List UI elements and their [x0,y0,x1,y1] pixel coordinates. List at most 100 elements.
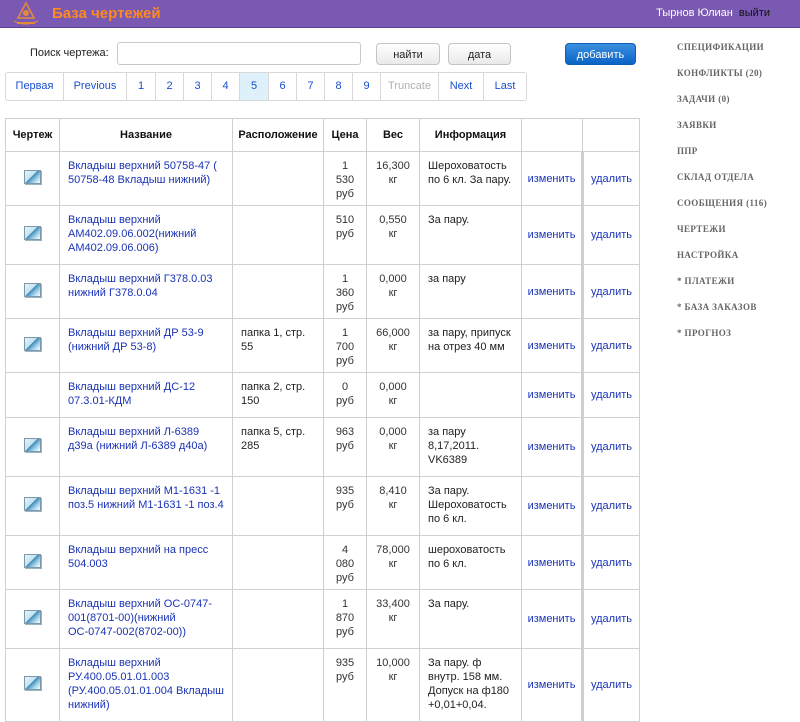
info-cell: шероховатость по 6 кл. [419,535,522,590]
drawing-name-link[interactable]: Вкладыш верхний ОС-0747-001(8701-00)(ниж… [68,598,212,638]
price-cell: 1 700 руб [323,318,367,373]
pagination-page-7[interactable]: 7 [297,73,325,100]
pagination-page-6[interactable]: 6 [269,73,297,100]
delete-link[interactable]: удалить [591,557,632,569]
nav-item-department-warehouse[interactable]: СКЛАД ОТДЕЛА [677,170,767,196]
nav-item-drawings[interactable]: ЧЕРТЕЖИ [677,222,767,248]
name-cell: Вкладыш верхний АМ402.09.06.002(нижний А… [59,205,233,265]
nav-item-forecast[interactable]: * ПРОГНОЗ [677,326,767,352]
edit-link[interactable]: изменить [528,340,576,352]
drawing-thumbnail-icon[interactable] [24,169,41,184]
table-row: Вкладыш верхний РУ.400.05.01.01.003 (РУ.… [5,648,640,722]
app-title: База чертежей [52,5,161,22]
pagination-previous[interactable]: Previous [64,73,127,100]
nav-item-payments[interactable]: * ПЛАТЕЖИ [677,274,767,300]
edit-link[interactable]: изменить [528,500,576,512]
drawing-name-link[interactable]: Вкладыш верхний РУ.400.05.01.01.003 (РУ.… [68,657,224,711]
price-cell: 963 руб [323,417,367,477]
location-cell [232,476,324,536]
nav-item-tasks[interactable]: ЗАДАЧИ (0) [677,92,767,118]
drawing-name-link[interactable]: Вкладыш верхний АМ402.09.06.002(нижний А… [68,214,196,254]
drawing-name-link[interactable]: Вкладыш верхний 50758-47 ( 50758-48 Вкла… [68,160,217,186]
edit-link[interactable]: изменить [528,441,576,453]
delete-link[interactable]: удалить [591,229,632,241]
delete-link[interactable]: удалить [591,500,632,512]
company-logo-icon[interactable] [8,1,44,27]
nav-item-specifications[interactable]: СПЕЦИФИКАЦИИ [677,40,767,66]
nav-item-ppr[interactable]: ППР [677,144,767,170]
nav-item-requests[interactable]: ЗАЯВКИ [677,118,767,144]
pagination-page-4[interactable]: 4 [212,73,240,100]
pagination-page-2[interactable]: 2 [156,73,184,100]
drawing-thumbnail-icon[interactable] [24,553,41,568]
drawing-name-link[interactable]: Вкладыш верхний Г378.0.03 нижний Г378.0.… [68,273,213,299]
search-input[interactable] [117,42,361,65]
table-row: Вкладыш верхний на пресс 504.003 4 080 р… [5,535,640,590]
table-row: Вкладыш верхний АМ402.09.06.002(нижний А… [5,205,640,265]
pagination-next[interactable]: Next [439,73,484,100]
edit-link[interactable]: изменить [528,679,576,691]
edit-cell: изменить [521,648,584,722]
drawing-name-link[interactable]: Вкладыш верхний М1-1631 -1 поз.5 нижний … [68,485,224,511]
delete-link[interactable]: удалить [591,679,632,691]
drawing-name-link[interactable]: Вкладыш верхний Л-6389 д39а (нижний Л-63… [68,426,207,452]
drawing-cell [5,264,60,319]
edit-cell: изменить [521,535,584,590]
top-bar: База чертежей Тырнов Юлиан выйти [0,0,800,28]
find-button[interactable]: найти [376,43,440,65]
col-header-drawing: Чертеж [5,118,60,152]
delete-link[interactable]: удалить [591,613,632,625]
drawing-name-link[interactable]: Вкладыш верхний ДР 53-9 (нижний ДР 53-8) [68,327,204,353]
location-cell [232,589,324,649]
edit-link[interactable]: изменить [528,557,576,569]
drawing-name-link[interactable]: Вкладыш верхний ДС-12 07.3.01-КДМ [68,381,195,407]
nav-item-messages[interactable]: СООБЩЕНИЯ (116) [677,196,767,222]
info-cell: За пару. [419,589,522,649]
logout-link[interactable]: выйти [739,7,770,19]
drawing-thumbnail-icon[interactable] [24,282,41,297]
drawing-thumbnail-icon[interactable] [24,438,41,452]
location-cell: папка 1, стр. 55 [232,318,324,373]
delete-link[interactable]: удалить [591,441,632,453]
edit-link[interactable]: изменить [528,613,576,625]
pagination-page-1[interactable]: 1 [127,73,156,100]
drawing-thumbnail-icon[interactable] [24,676,41,690]
edit-link[interactable]: изменить [528,173,576,185]
pagination-page-9[interactable]: 9 [353,73,381,100]
drawing-cell [5,476,60,536]
pagination-page-5-active[interactable]: 5 [240,73,269,100]
add-button[interactable]: добавить [565,43,636,65]
location-cell [232,151,324,206]
drawing-thumbnail-icon[interactable] [24,336,41,351]
drawing-cell [5,151,60,206]
pagination-first[interactable]: Первая [6,73,64,100]
edit-link[interactable]: изменить [528,229,576,241]
date-button[interactable]: дата [448,43,511,65]
drawing-name-link[interactable]: Вкладыш верхний на пресс 504.003 [68,544,208,570]
name-cell: Вкладыш верхний ОС-0747-001(8701-00)(ниж… [59,589,233,649]
pagination-last[interactable]: Last [484,73,526,100]
delete-link[interactable]: удалить [591,389,632,401]
location-cell [232,264,324,319]
info-cell [419,372,522,418]
drawings-table: Чертеж Название Расположение Цена Вес Ин… [5,118,640,722]
col-header-location: Расположение [232,118,324,152]
drawing-thumbnail-icon[interactable] [24,610,41,624]
delete-link[interactable]: удалить [591,173,632,185]
pagination-page-8[interactable]: 8 [325,73,353,100]
drawing-thumbnail-icon[interactable] [24,497,41,511]
drawing-thumbnail-icon[interactable] [24,226,41,240]
nav-item-conflicts[interactable]: КОНФЛИКТЫ (20) [677,66,767,92]
delete-link[interactable]: удалить [591,340,632,352]
delete-cell: удалить [582,205,640,265]
delete-cell: удалить [582,417,640,477]
edit-cell: изменить [521,318,584,373]
delete-link[interactable]: удалить [591,286,632,298]
nav-item-settings[interactable]: НАСТРОЙКА [677,248,767,274]
pagination-page-3[interactable]: 3 [184,73,212,100]
edit-link[interactable]: изменить [528,389,576,401]
edit-link[interactable]: изменить [528,286,576,298]
nav-item-orders-base[interactable]: * БАЗА ЗАКАЗОВ [677,300,767,326]
price-cell: 1 530 руб [323,151,367,206]
drawing-cell [5,417,60,477]
